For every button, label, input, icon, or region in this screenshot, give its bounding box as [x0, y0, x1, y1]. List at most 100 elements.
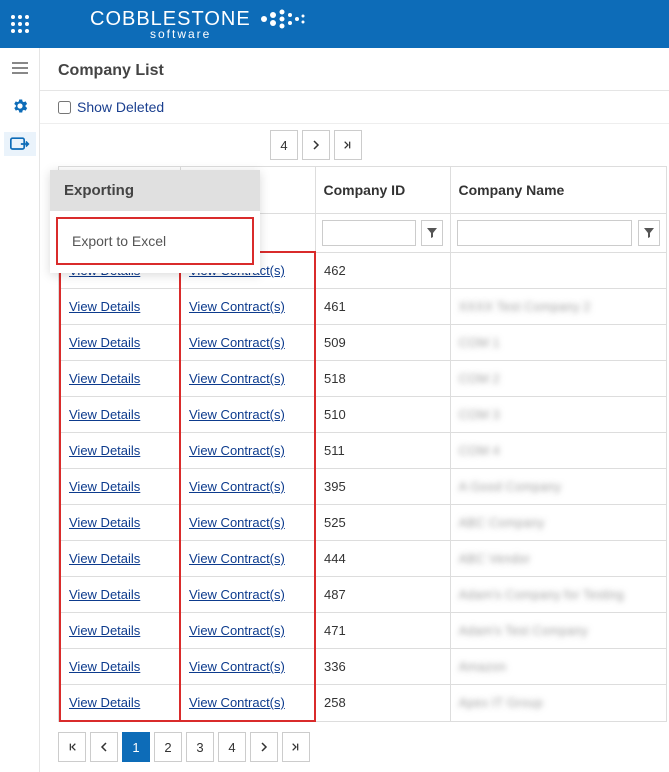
- cell-company-id: 518: [315, 361, 450, 397]
- apps-grid-icon: [11, 15, 29, 33]
- cell-company-name: Apex IT Group: [450, 685, 667, 722]
- view-contracts-link[interactable]: View Contract(s): [189, 659, 285, 674]
- chevron-left-icon: [99, 742, 109, 752]
- gear-icon: [11, 97, 29, 115]
- view-details-link[interactable]: View Details: [69, 659, 140, 674]
- brand-sub-text: software: [150, 27, 309, 41]
- export-icon: [10, 135, 30, 153]
- cell-company-id: 444: [315, 541, 450, 577]
- pager-top-last[interactable]: [334, 130, 362, 160]
- view-contracts-link[interactable]: View Contract(s): [189, 551, 285, 566]
- view-details-link[interactable]: View Details: [69, 371, 140, 386]
- view-contracts-link[interactable]: View Contract(s): [189, 371, 285, 386]
- view-details-link[interactable]: View Details: [69, 695, 140, 710]
- cell-company-name: A Good Company: [450, 469, 667, 505]
- pager-page-1[interactable]: 1: [122, 732, 150, 762]
- view-details-link[interactable]: View Details: [69, 551, 140, 566]
- table-row: View Details View Contract(s) 336Amazon: [60, 649, 667, 685]
- view-contracts-link[interactable]: View Contract(s): [189, 515, 285, 530]
- last-page-icon: [343, 140, 353, 150]
- export-to-excel-item[interactable]: Export to Excel: [56, 217, 254, 265]
- view-contracts-link[interactable]: View Contract(s): [189, 479, 285, 494]
- view-contracts-link[interactable]: View Contract(s): [189, 587, 285, 602]
- view-details-link[interactable]: View Details: [69, 515, 140, 530]
- cell-company-name: XXXX Test Company 2: [450, 289, 667, 325]
- cell-company-name: ABC Vendor: [450, 541, 667, 577]
- filter-company-name-input[interactable]: [457, 220, 633, 246]
- chevron-right-icon: [311, 140, 321, 150]
- cell-company-id: 471: [315, 613, 450, 649]
- cell-company-id: 336: [315, 649, 450, 685]
- table-row: View Details View Contract(s) 461XXXX Test…: [60, 289, 667, 325]
- view-contracts-link[interactable]: View Contract(s): [189, 443, 285, 458]
- export-button[interactable]: [4, 132, 36, 156]
- table-row: View Details View Contract(s) 509COM 1: [60, 325, 667, 361]
- page-title: Company List: [40, 48, 669, 91]
- view-details-link[interactable]: View Details: [69, 623, 140, 638]
- top-bar: COBBLESTONE software: [0, 0, 669, 48]
- pager-page-2[interactable]: 2: [154, 732, 182, 762]
- view-contracts-link[interactable]: View Contract(s): [189, 299, 285, 314]
- pager-first[interactable]: [58, 732, 86, 762]
- toolbar: Show Deleted: [40, 91, 669, 124]
- pager-top-page-4[interactable]: 4: [270, 130, 298, 160]
- col-header-company-id[interactable]: Company ID: [315, 167, 450, 213]
- first-page-icon: [67, 742, 77, 752]
- pager-page-3[interactable]: 3: [186, 732, 214, 762]
- cell-company-name: Amazon: [450, 649, 667, 685]
- filter-company-id-button[interactable]: [421, 220, 443, 246]
- filter-icon: [644, 228, 654, 238]
- pager-prev[interactable]: [90, 732, 118, 762]
- cell-company-name: COM 2: [450, 361, 667, 397]
- view-contracts-link[interactable]: View Contract(s): [189, 623, 285, 638]
- filter-company-name-button[interactable]: [638, 220, 660, 246]
- last-page-icon: [291, 742, 301, 752]
- cell-company-id: 258: [315, 685, 450, 722]
- view-details-link[interactable]: View Details: [69, 479, 140, 494]
- view-details-link[interactable]: View Details: [69, 587, 140, 602]
- col-header-company-name[interactable]: Company Name: [450, 167, 667, 213]
- cell-company-id: 461: [315, 289, 450, 325]
- view-details-link[interactable]: View Details: [69, 443, 140, 458]
- table-row: View Details View Contract(s) 471Adam's Te…: [60, 613, 667, 649]
- apps-button[interactable]: [0, 15, 40, 33]
- table-row: View Details View Contract(s) 510COM 3: [60, 397, 667, 433]
- view-details-link[interactable]: View Details: [69, 299, 140, 314]
- pager-next[interactable]: [250, 732, 278, 762]
- filter-company-id-input[interactable]: [322, 220, 416, 246]
- show-deleted-checkbox[interactable]: [58, 101, 71, 114]
- cell-company-name: COM 3: [450, 397, 667, 433]
- show-deleted-label[interactable]: Show Deleted: [77, 99, 164, 115]
- filter-icon: [427, 228, 437, 238]
- cell-company-id: 487: [315, 577, 450, 613]
- pager-last[interactable]: [282, 732, 310, 762]
- pager-page-4[interactable]: 4: [218, 732, 246, 762]
- main-content: Company List Show Deleted Exporting Expo…: [40, 48, 669, 772]
- cell-company-name: COM 4: [450, 433, 667, 469]
- chevron-right-icon: [259, 742, 269, 752]
- table-row: View Details View Contract(s) 258Apex IT G…: [60, 685, 667, 722]
- cell-company-id: 525: [315, 505, 450, 541]
- cell-company-name: COM 1: [450, 325, 667, 361]
- table-row: View Details View Contract(s) 487Adam's Co…: [60, 577, 667, 613]
- export-popup: Exporting Export to Excel: [50, 170, 260, 273]
- cell-company-id: 510: [315, 397, 450, 433]
- cell-company-id: 509: [315, 325, 450, 361]
- view-details-link[interactable]: View Details: [69, 335, 140, 350]
- pager-bottom: 1 2 3 4: [40, 722, 669, 772]
- view-contracts-link[interactable]: View Contract(s): [189, 407, 285, 422]
- export-popup-title: Exporting: [50, 170, 260, 211]
- settings-button[interactable]: [4, 94, 36, 118]
- cell-company-name: ABC Company: [450, 505, 667, 541]
- cell-company-id: 511: [315, 433, 450, 469]
- menu-toggle-button[interactable]: [4, 56, 36, 80]
- pager-top-next[interactable]: [302, 130, 330, 160]
- pager-top: 4: [40, 124, 669, 166]
- view-contracts-link[interactable]: View Contract(s): [189, 335, 285, 350]
- table-row: View Details View Contract(s) 511COM 4: [60, 433, 667, 469]
- view-contracts-link[interactable]: View Contract(s): [189, 695, 285, 710]
- table-row: View DetailsView Contract(s)395A Good Co…: [60, 469, 667, 505]
- view-details-link[interactable]: View Details: [69, 407, 140, 422]
- cell-company-name: Adam's Test Company: [450, 613, 667, 649]
- cell-company-name: Adam's Company for Testing: [450, 577, 667, 613]
